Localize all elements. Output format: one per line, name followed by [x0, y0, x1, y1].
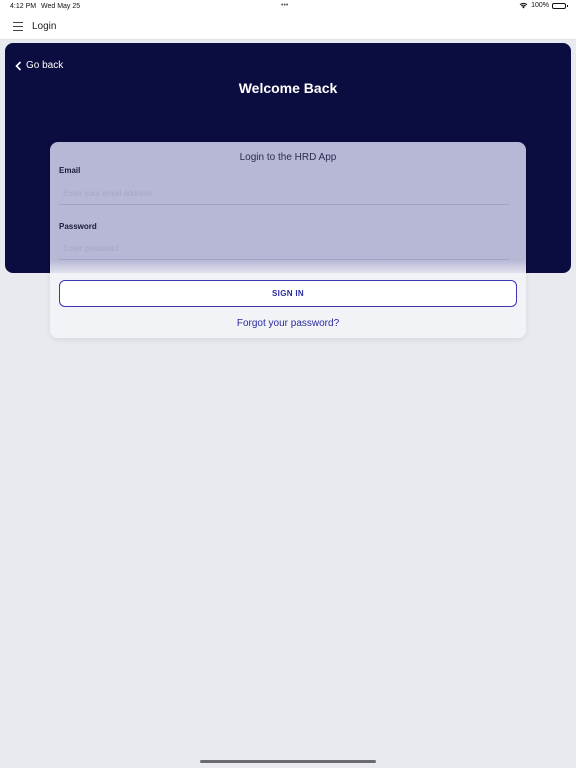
page-title: Welcome Back [238, 80, 338, 96]
card-title: Login to the HRD App [239, 152, 337, 163]
status-date: Wed May 25 [41, 3, 81, 10]
battery-percent: 100% [531, 2, 549, 9]
go-back-label: Go back [26, 60, 64, 71]
login-card: Login to the HRD App Email Password SIGN… [50, 142, 526, 338]
status-time: 4:12 PM [10, 3, 37, 10]
home-indicator[interactable] [200, 760, 376, 763]
email-label: Email [59, 166, 81, 175]
status-right: 100% [519, 2, 568, 9]
password-field[interactable] [59, 238, 509, 260]
nav-bar: Login [0, 14, 576, 40]
status-bar: 4:12 PM Wed May 25 ••• 100% [0, 0, 576, 14]
password-label: Password [59, 222, 97, 231]
wifi-icon [519, 2, 528, 9]
nav-title: Login [32, 21, 57, 32]
go-back-button[interactable]: Go back [15, 60, 63, 71]
forgot-password-link[interactable]: Forgot your password? [50, 318, 526, 329]
chevron-left-icon [15, 60, 22, 71]
multitasking-dots[interactable]: ••• [281, 2, 288, 9]
sign-in-button[interactable]: SIGN IN [59, 280, 517, 307]
battery-icon [552, 2, 568, 9]
hamburger-menu-icon[interactable] [13, 22, 23, 31]
email-field[interactable] [59, 183, 509, 205]
